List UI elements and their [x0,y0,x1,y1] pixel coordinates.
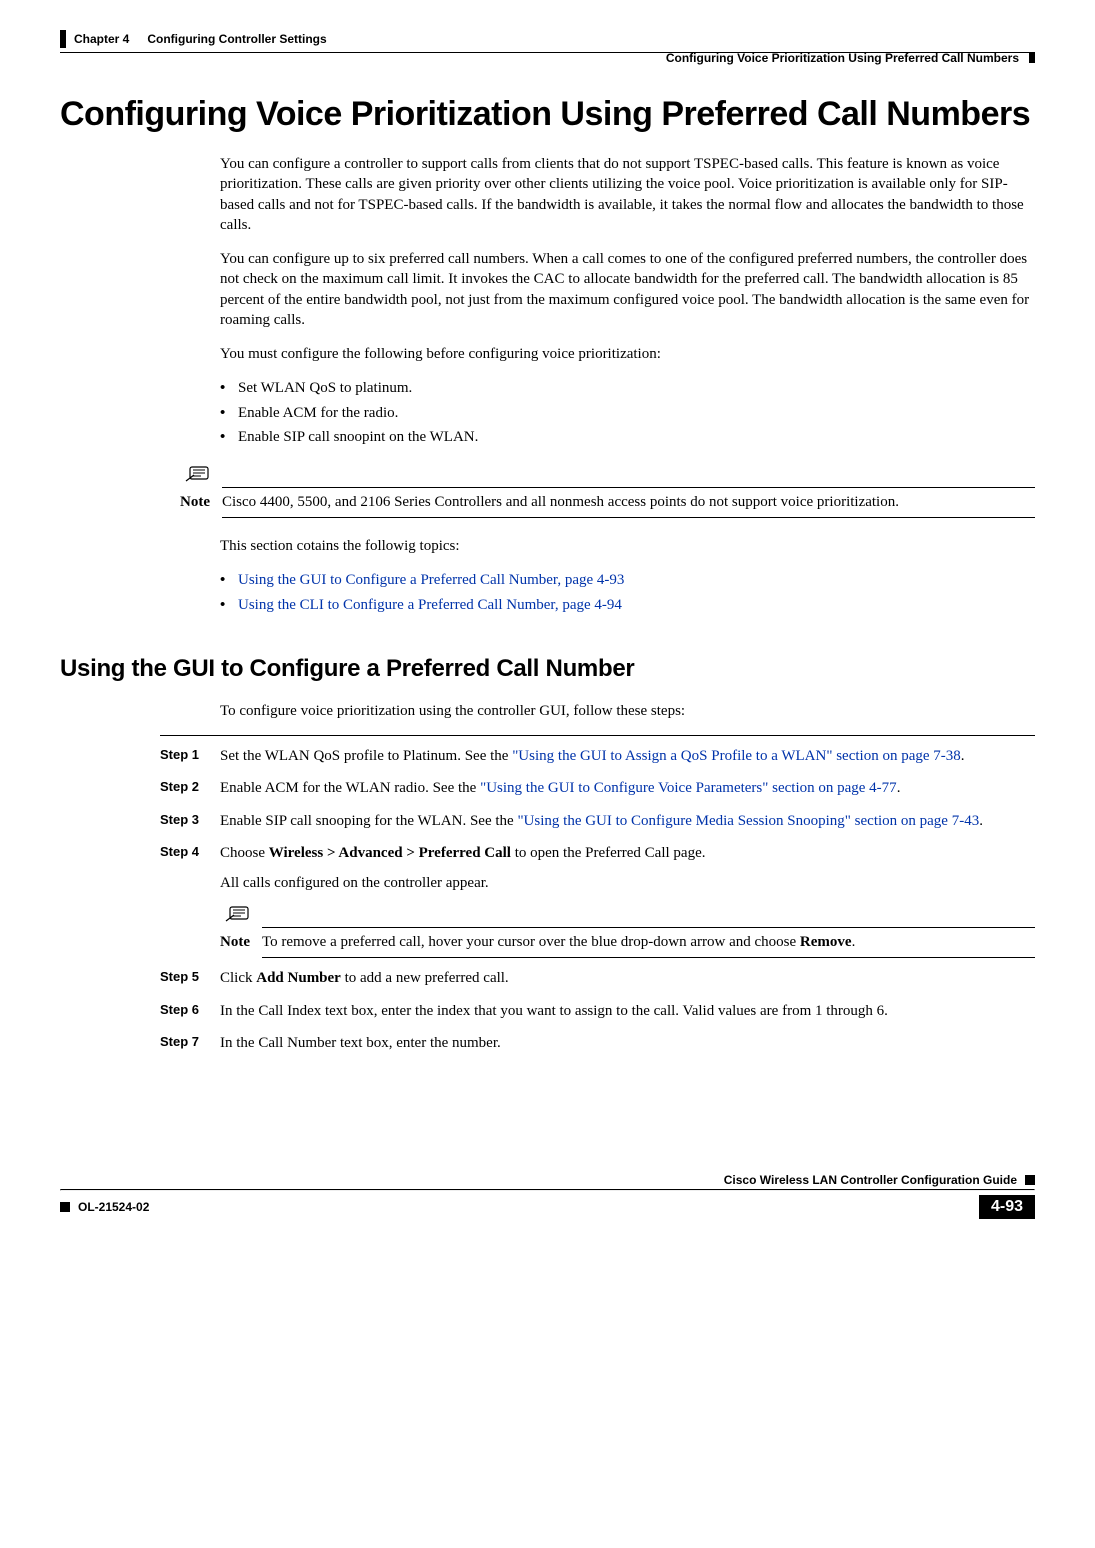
step-number: Step 3 [160,811,220,831]
step-row: Step 7 In the Call Number text box, ente… [160,1033,1035,1053]
intro-body: You can configure a controller to suppor… [220,154,1035,447]
topic-link[interactable]: Using the GUI to Configure a Preferred C… [238,572,624,588]
step-body: In the Call Number text box, enter the n… [220,1033,1035,1053]
header-decor-bar [60,30,66,48]
step-row: Step 5 Click Add Number to add a new pre… [160,968,1035,988]
intro-para-1: You can configure a controller to suppor… [220,154,1035,235]
footer-decor-square [60,1202,70,1212]
step-number: Step 6 [160,1001,220,1021]
step-xref-link[interactable]: "Using the GUI to Configure Media Sessio… [517,813,979,829]
step-number: Step 2 [160,778,220,798]
step-body: In the Call Index text box, enter the in… [220,1001,1035,1021]
footer-doc-id: OL-21524-02 [78,1200,149,1214]
topics-lead: This section cotains the followig topics… [220,536,1035,556]
steps-list-continued: Step 5 Click Add Number to add a new pre… [160,968,1035,1053]
step-text-post: . [961,748,965,764]
intro-para-3: You must configure the following before … [220,344,1035,364]
step-body: Enable ACM for the WLAN radio. See the "… [220,778,1035,798]
note-text: To remove a preferred call, hover your c… [262,934,1035,951]
step-text-post: . [897,780,901,796]
step-row: Step 3 Enable SIP call snooping for the … [160,811,1035,831]
gui-intro-text: To configure voice prioritization using … [220,701,1035,721]
note-block-1: Note Cisco 4400, 5500, and 2106 Series C… [180,465,1035,518]
step-body: Click Add Number to add a new preferred … [220,968,1035,988]
running-head-text: Configuring Voice Prioritization Using P… [666,51,1019,65]
step-text: Enable SIP call snooping for the WLAN. S… [220,813,517,829]
topic-link-item: Using the GUI to Configure a Preferred C… [238,570,1035,590]
step-row: Step 6 In the Call Index text box, enter… [160,1001,1035,1021]
footer-guide-title-row: Cisco Wireless LAN Controller Configurat… [60,1173,1035,1187]
step-number: Step 5 [160,968,220,988]
note-text-post: . [852,934,856,950]
running-header-left: Chapter 4 Configuring Controller Setting… [60,30,1035,48]
prereq-item: Set WLAN QoS to platinum. [238,378,1035,398]
prereq-item: Enable SIP call snoopint on the WLAN. [238,427,1035,447]
step-body: Set the WLAN QoS profile to Platinum. Se… [220,746,1035,766]
step-row: Step 2 Enable ACM for the WLAN radio. Se… [160,778,1035,798]
footer-left: OL-21524-02 [60,1200,149,1214]
step-row: Step 4 Choose Wireless > Advanced > Pref… [160,843,1035,894]
step-text: Click [220,970,256,986]
steps-list: Step 1 Set the WLAN QoS profile to Plati… [160,735,1035,893]
step-subtext: All calls configured on the controller a… [220,873,1035,893]
topic-link[interactable]: Using the CLI to Configure a Preferred C… [238,597,622,613]
note-icon [180,465,216,488]
note-text-pre: To remove a preferred call, hover your c… [262,934,800,950]
prereq-item: Enable ACM for the radio. [238,403,1035,423]
step-text: Set the WLAN QoS profile to Platinum. Se… [220,748,512,764]
page-number-box: 4-93 [979,1195,1035,1219]
step-bold: Wireless > Advanced > Preferred Call [269,845,511,861]
note-label: Note [180,494,222,511]
section-heading-h2: Using the GUI to Configure a Preferred C… [60,655,1035,683]
page-container: Chapter 4 Configuring Controller Setting… [0,0,1095,1269]
note-label: Note [220,934,262,951]
section-heading-h1: Configuring Voice Prioritization Using P… [60,95,1035,134]
topics-list: Using the GUI to Configure a Preferred C… [220,570,1035,615]
topic-link-item: Using the CLI to Configure a Preferred C… [238,595,1035,615]
note-text-bold: Remove [800,934,852,950]
prereq-list: Set WLAN QoS to platinum. Enable ACM for… [220,378,1035,447]
header-decor-square [1029,53,1035,63]
running-header-right: Configuring Voice Prioritization Using P… [60,51,1035,65]
step-text: Enable ACM for the WLAN radio. See the [220,780,480,796]
step-number: Step 4 [160,843,220,894]
step-xref-link[interactable]: "Using the GUI to Configure Voice Parame… [480,780,897,796]
step-body: Choose Wireless > Advanced > Preferred C… [220,843,1035,894]
footer-decor-square [1025,1175,1035,1185]
step-number: Step 7 [160,1033,220,1053]
step-text-mid: to open the Preferred Call page. [511,845,706,861]
chapter-title: Configuring Controller Settings [147,32,326,46]
note-block-2: Note To remove a preferred call, hover y… [220,905,1035,958]
step-text-post: to add a new preferred call. [341,970,509,986]
topics-lead-block: This section cotains the followig topics… [220,536,1035,615]
footer-guide-title: Cisco Wireless LAN Controller Configurat… [724,1173,1017,1187]
step-text-post: . [979,813,983,829]
page-number: 4-93 [991,1198,1023,1215]
step-bold: Add Number [256,970,341,986]
step-row: Step 1 Set the WLAN QoS profile to Plati… [160,746,1035,766]
intro-para-2: You can configure up to six preferred ca… [220,249,1035,330]
gui-intro-block: To configure voice prioritization using … [220,701,1035,721]
note-text: Cisco 4400, 5500, and 2106 Series Contro… [222,494,1035,511]
step-xref-link[interactable]: "Using the GUI to Assign a QoS Profile t… [512,748,961,764]
step-text: Choose [220,845,269,861]
note-icon [220,905,256,928]
step-number: Step 1 [160,746,220,766]
page-footer: Cisco Wireless LAN Controller Configurat… [60,1173,1035,1219]
chapter-label: Chapter 4 [74,32,129,46]
step-body: Enable SIP call snooping for the WLAN. S… [220,811,1035,831]
